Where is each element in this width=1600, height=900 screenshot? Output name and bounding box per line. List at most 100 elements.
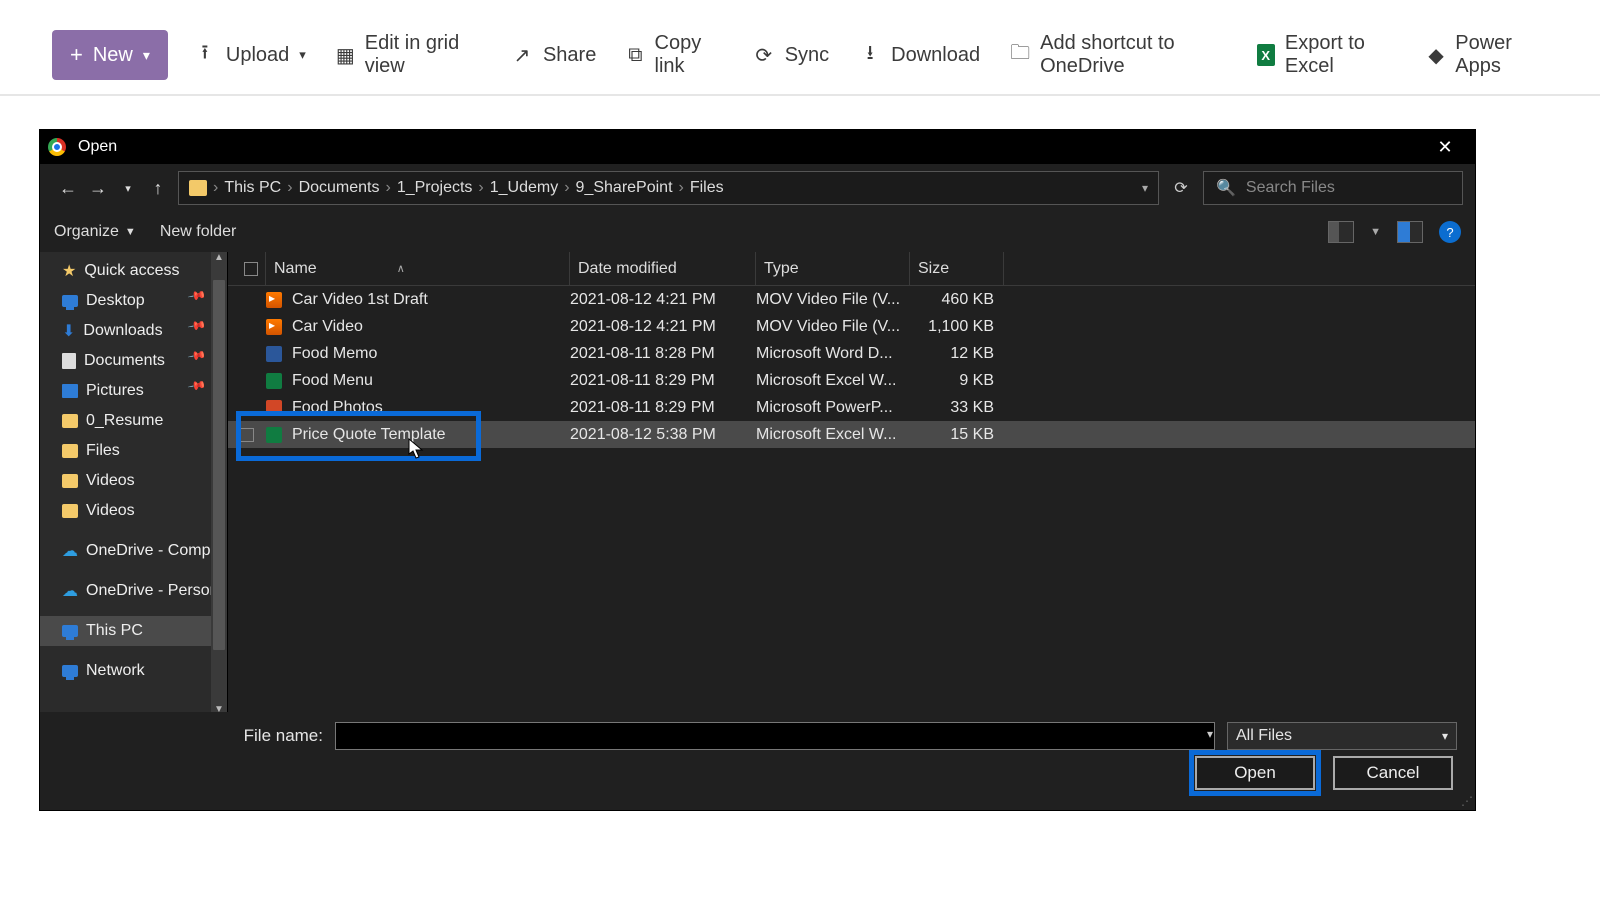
close-button[interactable]: ✕ [1423,130,1467,164]
sidebar-item[interactable]: Desktop📌 [40,286,227,316]
open-label: Open [1234,763,1276,783]
new-label: New [93,44,133,67]
sidebar-item[interactable]: This PC [40,616,227,646]
sync-icon: ⟳ [753,44,775,66]
new-folder-label: New folder [160,223,236,240]
col-type-label: Type [764,260,799,278]
power-apps-icon: ◆ [1427,44,1445,66]
file-row[interactable]: Food Photos2021-08-11 8:29 PMMicrosoft P… [228,394,1475,421]
sidebar-item[interactable]: Documents📌 [40,346,227,376]
export-label: Export to Excel [1285,32,1397,78]
sidebar-item[interactable]: Videos [40,496,227,526]
search-icon: 🔍 [1216,178,1236,198]
file-row[interactable]: Car Video 1st Draft2021-08-12 4:21 PMMOV… [228,286,1475,313]
file-name-input[interactable] [335,722,1215,750]
dialog-titlebar: Open ✕ [40,130,1475,164]
upload-label: Upload [226,44,289,67]
chevron-down-icon: ▾ [1442,729,1448,743]
breadcrumb-seg[interactable]: This PC [224,179,281,197]
file-row[interactable]: Price Quote Template2021-08-12 5:38 PMMi… [228,421,1475,448]
file-row[interactable]: Food Menu2021-08-11 8:29 PMMicrosoft Exc… [228,367,1475,394]
sidebar: ★Quick accessDesktop📌⬇Downloads📌Document… [40,252,228,720]
copy-link-label: Copy link [655,32,723,78]
sidebar-item[interactable]: Pictures📌 [40,376,227,406]
open-button[interactable]: Open [1195,756,1315,790]
folder-shortcut-icon: 🗀 [1010,44,1030,66]
dialog-title: Open [78,138,117,156]
view-details-button[interactable] [1328,221,1354,243]
filter-label: All Files [1236,727,1292,745]
organize-label: Organize [54,223,119,241]
chevron-down-icon[interactable]: ▼ [1370,226,1381,238]
folder-icon [189,180,207,196]
sidebar-item[interactable]: Files [40,436,227,466]
column-headers: Name∧ Date modified Type Size [228,252,1475,286]
excel-icon: X [1257,44,1275,66]
open-file-dialog: Open ✕ ← → ▾ ↑ › This PC› Documents› 1_P… [40,130,1475,810]
new-folder-button[interactable]: New folder [160,223,236,241]
file-list: Name∧ Date modified Type Size Car Video … [228,252,1475,720]
refresh-button[interactable]: ⟳ [1167,178,1195,198]
add-shortcut-button[interactable]: 🗀 Add shortcut to OneDrive [1006,26,1230,84]
download-button[interactable]: ⭳ Download [855,38,984,73]
power-apps-button[interactable]: ◆ Power Apps [1423,26,1548,84]
plus-icon: + [70,42,83,68]
select-all-checkbox[interactable] [228,252,266,285]
back-button[interactable]: ← [56,178,80,199]
cancel-button[interactable]: Cancel [1333,756,1453,790]
cancel-label: Cancel [1367,763,1420,783]
sync-label: Sync [785,44,829,67]
file-name-label: File name: [244,726,323,746]
share-label: Share [543,44,596,67]
recent-dropdown[interactable]: ▾ [116,182,140,195]
search-placeholder: Search Files [1246,179,1335,197]
organize-menu[interactable]: Organize ▼ [54,223,136,241]
sidebar-item[interactable]: ☁OneDrive - Persor [40,576,227,606]
col-size-label: Size [918,260,949,278]
col-size[interactable]: Size [910,252,1004,285]
help-button[interactable]: ? [1439,221,1461,243]
col-type[interactable]: Type [756,252,910,285]
sidebar-item[interactable]: Network [40,656,227,686]
breadcrumb-seg[interactable]: Files [690,179,724,197]
chevron-down-icon: ▾ [143,47,150,64]
link-icon: ⧉ [626,44,644,66]
chrome-icon [48,138,66,156]
new-button[interactable]: + New ▾ [52,30,168,80]
sidebar-item[interactable]: ★Quick access [40,256,227,286]
breadcrumb-seg[interactable]: 1_Udemy [490,179,558,197]
sidebar-item[interactable]: Videos [40,466,227,496]
share-button[interactable]: ↗ Share [507,38,600,73]
resize-grip[interactable]: ⋰ [1461,794,1471,808]
edit-grid-label: Edit in grid view [365,32,481,78]
file-row[interactable]: Food Memo2021-08-11 8:28 PMMicrosoft Wor… [228,340,1475,367]
upload-button[interactable]: ⭱ Upload ▾ [190,38,310,73]
chevron-down-icon[interactable]: ▾ [1142,181,1148,195]
sidebar-item[interactable]: 0_Resume [40,406,227,436]
upload-icon: ⭱ [194,44,216,66]
forward-button[interactable]: → [86,178,110,199]
breadcrumb-seg[interactable]: Documents [299,179,380,197]
export-excel-button[interactable]: X Export to Excel [1253,26,1401,84]
chevron-down-icon[interactable]: ▾ [1207,727,1213,741]
col-name[interactable]: Name∧ [266,252,570,285]
edit-grid-button[interactable]: ▦ Edit in grid view [332,26,485,84]
col-date[interactable]: Date modified [570,252,756,285]
sync-button[interactable]: ⟳ Sync [749,38,833,73]
file-type-filter[interactable]: All Files ▾ [1227,722,1457,750]
address-bar[interactable]: › This PC› Documents› 1_Projects› 1_Udem… [178,171,1159,205]
breadcrumb-seg[interactable]: 9_SharePoint [576,179,673,197]
chevron-down-icon: ▼ [125,226,136,238]
sidebar-item[interactable]: ☁OneDrive - Comp [40,536,227,566]
copy-link-button[interactable]: ⧉ Copy link [622,26,726,84]
download-label: Download [891,44,980,67]
breadcrumb-seg[interactable]: 1_Projects [397,179,473,197]
up-button[interactable]: ↑ [146,178,170,199]
sidebar-scrollbar[interactable]: ▲▼ [211,252,227,720]
col-name-label: Name [274,260,317,278]
file-row[interactable]: Car Video2021-08-12 4:21 PMMOV Video Fil… [228,313,1475,340]
search-input[interactable]: 🔍 Search Files [1203,171,1463,205]
preview-pane-button[interactable] [1397,221,1423,243]
sidebar-item[interactable]: ⬇Downloads📌 [40,316,227,346]
sharepoint-toolbar: + New ▾ ⭱ Upload ▾ ▦ Edit in grid view ↗… [0,0,1600,96]
